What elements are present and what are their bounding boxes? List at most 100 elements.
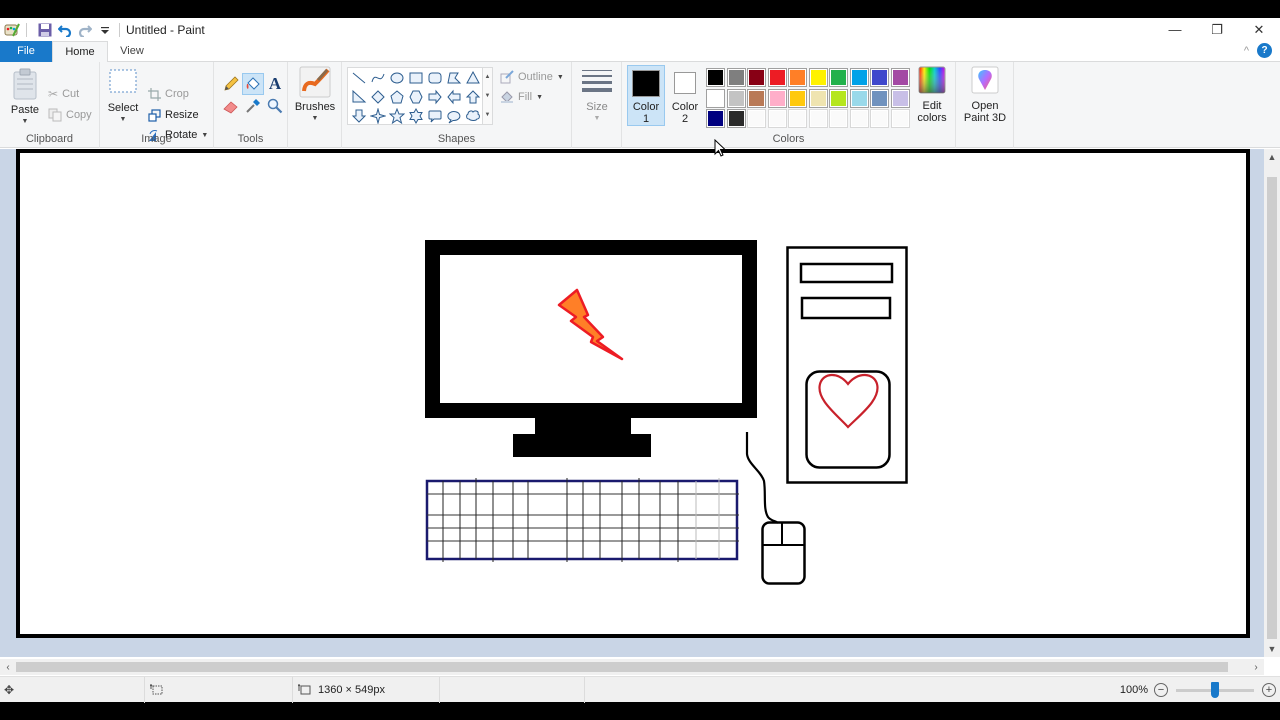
paint-app-icon[interactable] xyxy=(4,22,20,38)
shape-diamond[interactable] xyxy=(368,87,387,106)
palette-color-7092be[interactable] xyxy=(870,88,889,108)
palette-empty-slot[interactable] xyxy=(849,109,869,128)
scroll-right-arrow[interactable]: › xyxy=(1248,659,1264,675)
shape-triangle[interactable] xyxy=(463,68,482,87)
shape-right-triangle[interactable] xyxy=(349,87,368,106)
zoom-out-button[interactable]: − xyxy=(1154,683,1168,697)
help-icon[interactable]: ? xyxy=(1257,43,1272,58)
zoom-slider-thumb[interactable] xyxy=(1211,681,1219,698)
shape-pentagon[interactable] xyxy=(387,87,406,106)
close-button[interactable]: ✕ xyxy=(1238,18,1280,41)
palette-empty-slot[interactable] xyxy=(808,109,828,128)
shape-left-arrow[interactable] xyxy=(444,87,463,106)
shape-four-point-star[interactable] xyxy=(368,106,387,125)
palette-color-b97a57[interactable] xyxy=(747,88,766,108)
outline-button[interactable]: Outline ▼ xyxy=(500,67,564,87)
resize-button[interactable]: Resize xyxy=(148,105,199,125)
edit-colors-button[interactable]: Edit colors xyxy=(912,66,952,124)
color2-button[interactable]: Color 2 xyxy=(666,65,704,126)
select-button[interactable]: Select ▼ xyxy=(106,68,140,126)
palette-empty-slot[interactable] xyxy=(747,109,766,128)
palette-color-000080[interactable] xyxy=(706,109,725,128)
save-icon[interactable] xyxy=(37,22,53,38)
palette-empty-slot[interactable] xyxy=(829,109,848,128)
palette-color-99d9ea[interactable] xyxy=(849,88,869,108)
fill-tool[interactable] xyxy=(242,73,264,95)
palette-color-00a2e8[interactable] xyxy=(849,68,869,87)
shape-line[interactable] xyxy=(349,68,368,87)
shape-oval-callout[interactable] xyxy=(444,106,463,125)
cut-button[interactable]: ✂ Cut xyxy=(48,84,79,104)
zoom-in-button[interactable]: + xyxy=(1262,683,1276,697)
shape-cloud-callout[interactable] xyxy=(463,106,482,125)
open-paint3d-button[interactable]: Open Paint 3D xyxy=(961,66,1009,124)
shape-up-arrow[interactable] xyxy=(463,87,482,106)
magnifier-tool[interactable] xyxy=(264,95,286,117)
color-picker-tool[interactable] xyxy=(242,95,264,117)
palette-empty-slot[interactable] xyxy=(890,109,910,128)
scroll-left-arrow[interactable]: ‹ xyxy=(0,659,16,675)
scroll-up-arrow[interactable]: ▲ xyxy=(1264,149,1280,165)
palette-color-000000[interactable] xyxy=(706,68,725,87)
palette-color-880015[interactable] xyxy=(747,68,766,87)
restore-button[interactable]: ❐ xyxy=(1196,18,1238,41)
palette-color-22b14c[interactable] xyxy=(829,68,848,87)
redo-icon[interactable] xyxy=(77,22,93,38)
shape-oval[interactable] xyxy=(387,68,406,87)
palette-empty-slot[interactable] xyxy=(767,109,787,128)
tab-home[interactable]: Home xyxy=(52,41,108,63)
vertical-scroll-thumb[interactable] xyxy=(1267,177,1277,639)
zoom-slider[interactable] xyxy=(1176,681,1254,698)
pencil-tool[interactable] xyxy=(220,73,242,95)
fill-button[interactable]: Fill ▼ xyxy=(500,87,543,107)
paste-button[interactable]: Paste ▼ xyxy=(8,68,42,128)
shape-polygon[interactable] xyxy=(444,68,463,87)
palette-color-efe4b0[interactable] xyxy=(808,88,828,108)
palette-color-ed1c24[interactable] xyxy=(767,68,787,87)
shape-six-point-star[interactable] xyxy=(406,106,425,125)
palette-color-2b2b2b[interactable] xyxy=(726,109,746,128)
scroll-down-icon[interactable]: ▼ xyxy=(485,93,491,99)
tab-file[interactable]: File xyxy=(0,41,52,62)
size-button[interactable]: Size ▼ xyxy=(580,67,614,125)
shape-rounded-callout[interactable] xyxy=(425,106,444,125)
palette-color-3f48cc[interactable] xyxy=(870,68,889,87)
tab-view[interactable]: View xyxy=(108,41,156,62)
collapse-ribbon-icon[interactable]: ^ xyxy=(1244,45,1249,57)
palette-empty-slot[interactable] xyxy=(788,109,807,128)
palette-empty-slot[interactable] xyxy=(870,109,889,128)
horizontal-scroll-thumb[interactable] xyxy=(16,662,1228,672)
shape-rectangle[interactable] xyxy=(406,68,425,87)
scroll-down-arrow[interactable]: ▼ xyxy=(1264,641,1280,657)
horizontal-scrollbar[interactable]: ‹ › xyxy=(0,659,1264,675)
crop-button[interactable]: Crop xyxy=(148,84,189,104)
undo-icon[interactable] xyxy=(57,22,73,38)
palette-color-b5e61d[interactable] xyxy=(829,88,848,108)
palette-color-a349a4[interactable] xyxy=(890,68,910,87)
shapes-scroll[interactable]: ▲ ▼ ▼ xyxy=(483,67,493,125)
minimize-button[interactable]: — xyxy=(1154,18,1196,41)
palette-color-7f7f7f[interactable] xyxy=(726,68,746,87)
shape-rounded-rectangle[interactable] xyxy=(425,68,444,87)
shape-down-arrow[interactable] xyxy=(349,106,368,125)
shape-right-arrow[interactable] xyxy=(425,87,444,106)
palette-color-ffaec9[interactable] xyxy=(767,88,787,108)
vertical-scrollbar[interactable]: ▲ ▼ xyxy=(1264,149,1280,657)
palette-color-ff7f27[interactable] xyxy=(788,68,807,87)
customize-dropdown-icon[interactable] xyxy=(97,22,113,38)
color1-button[interactable]: Color 1 xyxy=(627,65,665,126)
palette-color-c3c3c3[interactable] xyxy=(726,88,746,108)
shape-five-point-star[interactable] xyxy=(387,106,406,125)
shape-hexagon[interactable] xyxy=(406,87,425,106)
palette-color-c8bfe7[interactable] xyxy=(890,88,910,108)
eraser-tool[interactable] xyxy=(220,95,242,117)
shape-curve[interactable] xyxy=(368,68,387,87)
palette-color-ffc90e[interactable] xyxy=(788,88,807,108)
copy-button[interactable]: Copy xyxy=(48,105,92,125)
expand-gallery-icon[interactable]: ▼ xyxy=(485,112,491,118)
text-tool[interactable]: A xyxy=(264,73,286,95)
palette-color-ffffff[interactable] xyxy=(706,88,725,108)
scroll-up-icon[interactable]: ▲ xyxy=(485,74,491,80)
drawing-canvas[interactable] xyxy=(16,149,1250,638)
palette-color-fff200[interactable] xyxy=(808,68,828,87)
